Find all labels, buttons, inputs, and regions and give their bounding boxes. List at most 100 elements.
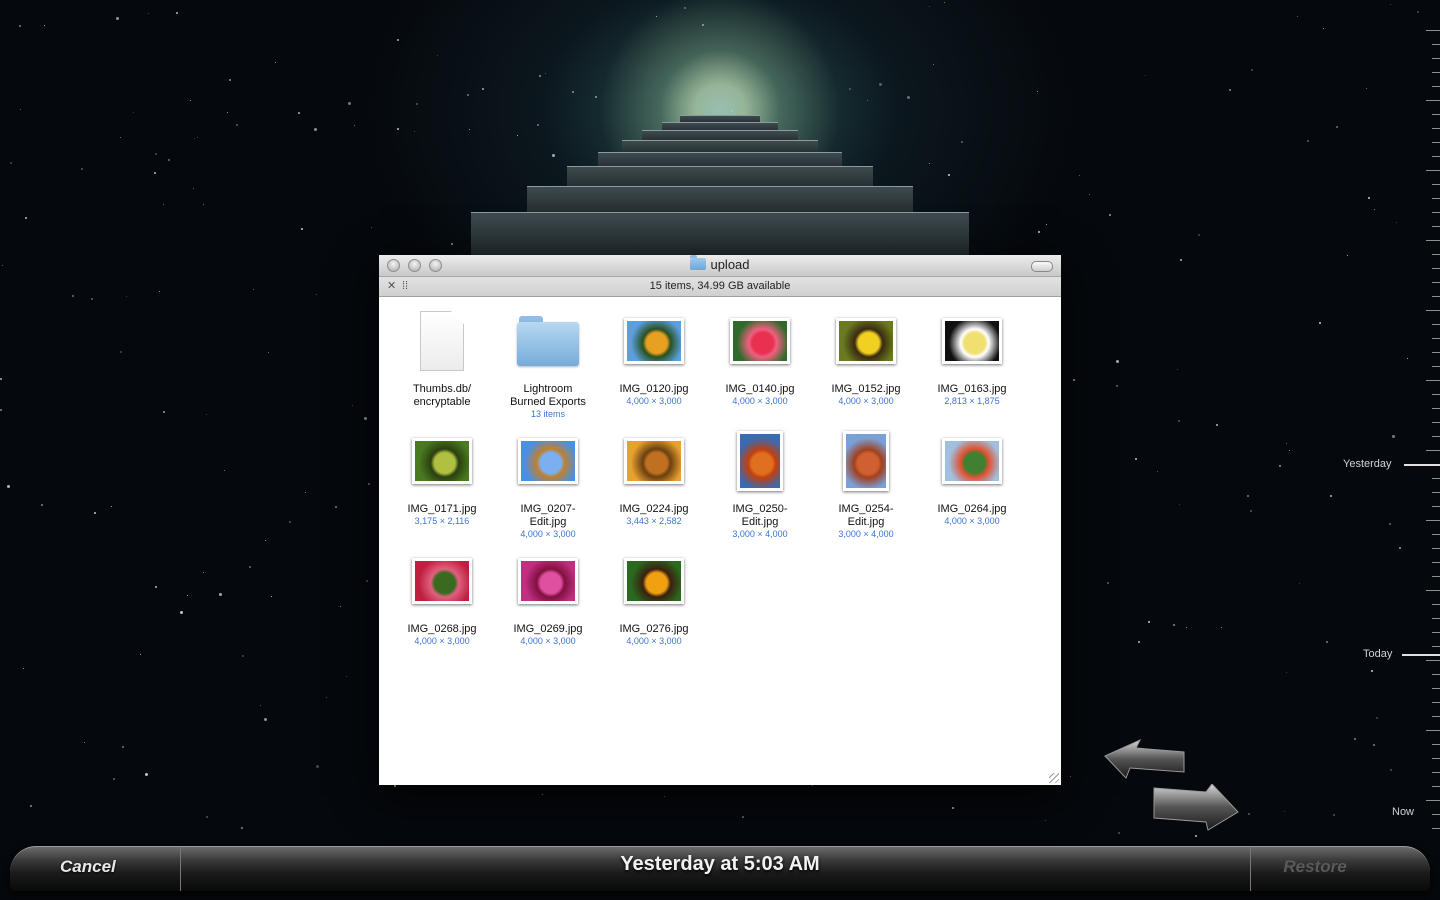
timeline-tick[interactable] xyxy=(1426,170,1440,171)
timeline-tick[interactable] xyxy=(1432,114,1440,115)
timeline-tick[interactable] xyxy=(1432,422,1440,423)
timeline-label-today[interactable]: Today xyxy=(1363,648,1392,660)
star xyxy=(316,765,319,768)
timeline-tick[interactable] xyxy=(1432,366,1440,367)
timeline-tick[interactable] xyxy=(1432,324,1440,325)
timeline-tick[interactable] xyxy=(1426,100,1440,101)
timeline-tick[interactable] xyxy=(1432,716,1440,717)
timeline-tick[interactable] xyxy=(1432,254,1440,255)
view-grid-icon[interactable]: ⁞⁞ xyxy=(402,281,408,292)
timeline-tick[interactable] xyxy=(1432,758,1440,759)
timeline-tick[interactable] xyxy=(1432,562,1440,563)
file-item[interactable]: IMG_0224.jpg 3,443 × 2,582 xyxy=(601,427,707,527)
timeline-label-yesterday[interactable]: Yesterday xyxy=(1343,458,1392,470)
title-bar[interactable]: upload xyxy=(379,255,1061,277)
file-item[interactable]: IMG_0120.jpg 4,000 × 3,000 xyxy=(601,307,707,407)
window-history-stack[interactable] xyxy=(0,0,1440,263)
timeline-tick[interactable] xyxy=(1432,268,1440,269)
timeline-tick[interactable] xyxy=(1432,548,1440,549)
timeline-tick[interactable] xyxy=(1432,86,1440,87)
star xyxy=(159,291,160,292)
back-in-time-arrow[interactable] xyxy=(1100,738,1190,786)
timeline-tick[interactable] xyxy=(1432,72,1440,73)
file-item[interactable]: IMG_0269.jpg 4,000 × 3,000 xyxy=(495,547,601,647)
file-item[interactable]: IMG_0264.jpg 4,000 × 3,000 xyxy=(919,427,1025,527)
edit-tools-icon[interactable]: ✕ xyxy=(387,281,396,292)
timeline-tick[interactable] xyxy=(1432,478,1440,479)
timeline-tick[interactable] xyxy=(1432,576,1440,577)
timeline-tick[interactable] xyxy=(1432,184,1440,185)
star xyxy=(0,378,2,380)
file-item[interactable]: IMG_0250- Edit.jpg 3,000 × 4,000 xyxy=(707,427,813,540)
forward-in-time-arrow[interactable] xyxy=(1150,784,1242,834)
timeline-tick[interactable] xyxy=(1432,534,1440,535)
timeline-tick[interactable] xyxy=(1426,240,1440,241)
star xyxy=(140,654,141,655)
timeline-tick[interactable] xyxy=(1432,786,1440,787)
window-title: upload xyxy=(379,255,1061,272)
file-item[interactable]: IMG_0268.jpg 4,000 × 3,000 xyxy=(389,547,495,647)
timeline-tick[interactable] xyxy=(1432,156,1440,157)
timeline-tick[interactable] xyxy=(1432,394,1440,395)
file-meta: 3,000 × 4,000 xyxy=(838,529,894,539)
file-item[interactable]: Thumbs.db/ encryptable xyxy=(389,307,495,409)
timeline[interactable] xyxy=(1422,0,1440,840)
file-name: IMG_0140.jpg xyxy=(725,383,795,395)
timeline-tick[interactable] xyxy=(1432,688,1440,689)
timeline-tick[interactable] xyxy=(1432,506,1440,507)
timeline-tick[interactable] xyxy=(1432,646,1440,647)
timeline-tick[interactable] xyxy=(1426,660,1440,661)
star xyxy=(1354,738,1356,740)
file-item[interactable]: IMG_0171.jpg 3,175 × 2,116 xyxy=(389,427,495,527)
timeline-tick[interactable] xyxy=(1426,30,1440,31)
toolbar-toggle-button[interactable] xyxy=(1031,261,1053,272)
timeline-tick[interactable] xyxy=(1432,142,1440,143)
timeline-tick[interactable] xyxy=(1432,58,1440,59)
star xyxy=(91,298,93,300)
star xyxy=(268,352,269,353)
timeline-tick[interactable] xyxy=(1426,800,1440,801)
file-item[interactable]: IMG_0140.jpg 4,000 × 3,000 xyxy=(707,307,813,407)
file-item[interactable]: IMG_0163.jpg 2,813 × 1,875 xyxy=(919,307,1025,407)
timeline-tick[interactable] xyxy=(1426,450,1440,451)
timeline-tick[interactable] xyxy=(1432,674,1440,675)
timeline-tick[interactable] xyxy=(1426,520,1440,521)
timeline-tick[interactable] xyxy=(1432,352,1440,353)
file-item[interactable]: IMG_0276.jpg 4,000 × 3,000 xyxy=(601,547,707,647)
timeline-tick[interactable] xyxy=(1432,44,1440,45)
file-item[interactable]: IMG_0207- Edit.jpg 4,000 × 3,000 xyxy=(495,427,601,540)
timeline-label-now[interactable]: Now xyxy=(1392,806,1414,818)
timeline-tick[interactable] xyxy=(1432,702,1440,703)
file-meta: 3,443 × 2,582 xyxy=(626,516,682,526)
timeline-tick[interactable] xyxy=(1432,226,1440,227)
file-item[interactable]: IMG_0152.jpg 4,000 × 3,000 xyxy=(813,307,919,407)
timeline-tick[interactable] xyxy=(1432,618,1440,619)
timeline-tick[interactable] xyxy=(1432,128,1440,129)
timeline-tick[interactable] xyxy=(1432,282,1440,283)
timeline-tick[interactable] xyxy=(1432,744,1440,745)
restore-button[interactable]: Restore xyxy=(1240,851,1390,883)
file-name: IMG_0254- Edit.jpg xyxy=(838,503,894,528)
timeline-tick[interactable] xyxy=(1432,198,1440,199)
timeline-tick[interactable] xyxy=(1432,408,1440,409)
timeline-tick[interactable] xyxy=(1432,632,1440,633)
file-icon-wrapper xyxy=(389,547,495,615)
star xyxy=(30,805,32,807)
file-item[interactable]: Lightroom Burned Exports 13 items xyxy=(495,307,601,420)
timeline-tick[interactable] xyxy=(1432,338,1440,339)
timeline-tick[interactable] xyxy=(1426,310,1440,311)
timeline-tick[interactable] xyxy=(1426,590,1440,591)
timeline-tick[interactable] xyxy=(1432,814,1440,815)
file-item[interactable]: IMG_0254- Edit.jpg 3,000 × 4,000 xyxy=(813,427,919,540)
timeline-tick[interactable] xyxy=(1426,730,1440,731)
resize-handle[interactable] xyxy=(1049,773,1059,783)
file-meta: 4,000 × 3,000 xyxy=(838,396,894,406)
timeline-tick[interactable] xyxy=(1432,604,1440,605)
timeline-tick[interactable] xyxy=(1432,828,1440,829)
timeline-tick[interactable] xyxy=(1432,436,1440,437)
timeline-tick[interactable] xyxy=(1432,492,1440,493)
timeline-tick[interactable] xyxy=(1432,772,1440,773)
timeline-tick[interactable] xyxy=(1432,212,1440,213)
timeline-tick[interactable] xyxy=(1432,296,1440,297)
timeline-tick[interactable] xyxy=(1426,380,1440,381)
